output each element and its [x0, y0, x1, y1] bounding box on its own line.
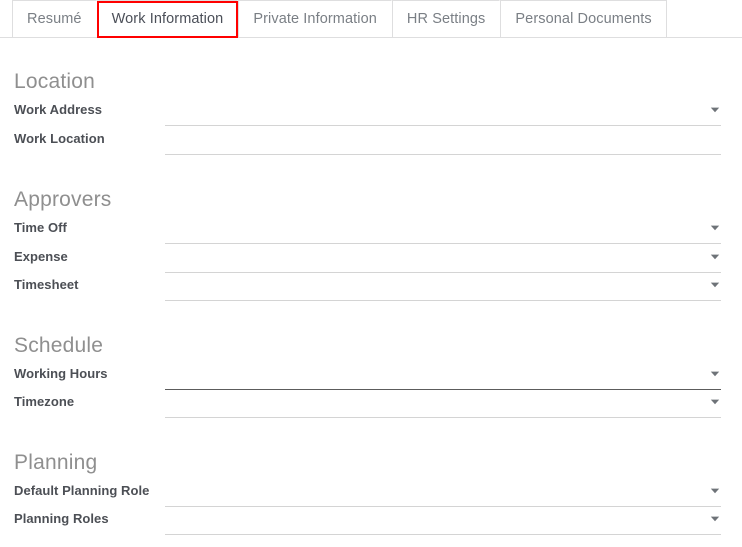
- form-sheet: Location Work Address Work Location Approve…: [0, 38, 742, 547]
- tab-hr-settings[interactable]: HR Settings: [392, 0, 500, 37]
- field-label-timesheet: Timesheet: [0, 275, 165, 295]
- tab-resum[interactable]: Resumé: [12, 0, 97, 37]
- form-group-approvers: Approvers Time Off Expense Timesheet: [0, 188, 742, 304]
- field-label-work-address: Work Address: [0, 100, 165, 120]
- field-value-work-location: [165, 129, 721, 149]
- field-input-time-off[interactable]: [165, 218, 721, 244]
- tab-label: Private Information: [253, 11, 377, 27]
- field-input-timezone[interactable]: [165, 392, 721, 418]
- field-value-planning-roles: [165, 509, 721, 529]
- tab-private-information[interactable]: Private Information: [238, 0, 392, 37]
- tab-label: HR Settings: [407, 11, 485, 27]
- group-rows: Working Hours Timezone: [0, 364, 742, 421]
- field-input-work-location[interactable]: [165, 129, 721, 155]
- form-row-timesheet: Timesheet: [0, 275, 742, 304]
- field-label-planning-roles: Planning Roles: [0, 509, 165, 529]
- form-row-time-off: Time Off: [0, 218, 742, 247]
- group-title-approvers: Approvers: [0, 188, 742, 212]
- form-row-work-address: Work Address: [0, 100, 742, 129]
- field-input-default-planning-role[interactable]: [165, 481, 721, 507]
- group-title-planning: Planning: [0, 451, 742, 475]
- field-value-working-hours: [165, 364, 721, 384]
- field-input-work-address[interactable]: [165, 100, 721, 126]
- field-input-timesheet[interactable]: [165, 275, 721, 301]
- tab-label: Personal Documents: [515, 11, 651, 27]
- field-value-time-off: [165, 218, 721, 238]
- form-row-work-location: Work Location: [0, 129, 742, 158]
- form-group-planning: Planning Default Planning Role Planning Ro…: [0, 451, 742, 538]
- form-group-schedule: Schedule Working Hours Timezone: [0, 334, 742, 421]
- group-title-schedule: Schedule: [0, 334, 742, 358]
- group-title-location: Location: [0, 70, 742, 94]
- group-rows: Default Planning Role Planning Roles: [0, 481, 742, 538]
- form-row-timezone: Timezone: [0, 392, 742, 421]
- form-row-expense: Expense: [0, 247, 742, 276]
- tab-label: Resumé: [27, 11, 82, 27]
- field-label-work-location: Work Location: [0, 129, 165, 149]
- tab-personal-documents[interactable]: Personal Documents: [500, 0, 666, 37]
- field-label-working-hours: Working Hours: [0, 364, 165, 384]
- field-label-timezone: Timezone: [0, 392, 165, 412]
- field-label-expense: Expense: [0, 247, 165, 267]
- form-group-location: Location Work Address Work Location: [0, 70, 742, 157]
- field-input-planning-roles[interactable]: [165, 509, 721, 535]
- group-rows: Time Off Expense Timesheet: [0, 218, 742, 304]
- field-label-time-off: Time Off: [0, 218, 165, 238]
- tab-label: Work Information: [112, 11, 224, 27]
- form-row-default-planning-role: Default Planning Role: [0, 481, 742, 510]
- field-input-expense[interactable]: [165, 247, 721, 273]
- work-information-form-page: Resumé Work Information Private Informatio…: [0, 0, 742, 547]
- group-rows: Work Address Work Location: [0, 100, 742, 157]
- field-value-expense: [165, 247, 721, 267]
- form-row-planning-roles: Planning Roles: [0, 509, 742, 538]
- field-value-default-planning-role: [165, 481, 721, 501]
- field-input-working-hours[interactable]: [165, 364, 721, 390]
- notebook-tab-bar: Resumé Work Information Private Informatio…: [0, 0, 742, 38]
- field-value-work-address: [165, 100, 721, 120]
- form-row-working-hours: Working Hours: [0, 364, 742, 393]
- field-value-timezone: [165, 392, 721, 412]
- tab-work-information[interactable]: Work Information: [97, 0, 239, 37]
- field-label-default-planning-role: Default Planning Role: [0, 481, 165, 501]
- field-value-timesheet: [165, 275, 721, 295]
